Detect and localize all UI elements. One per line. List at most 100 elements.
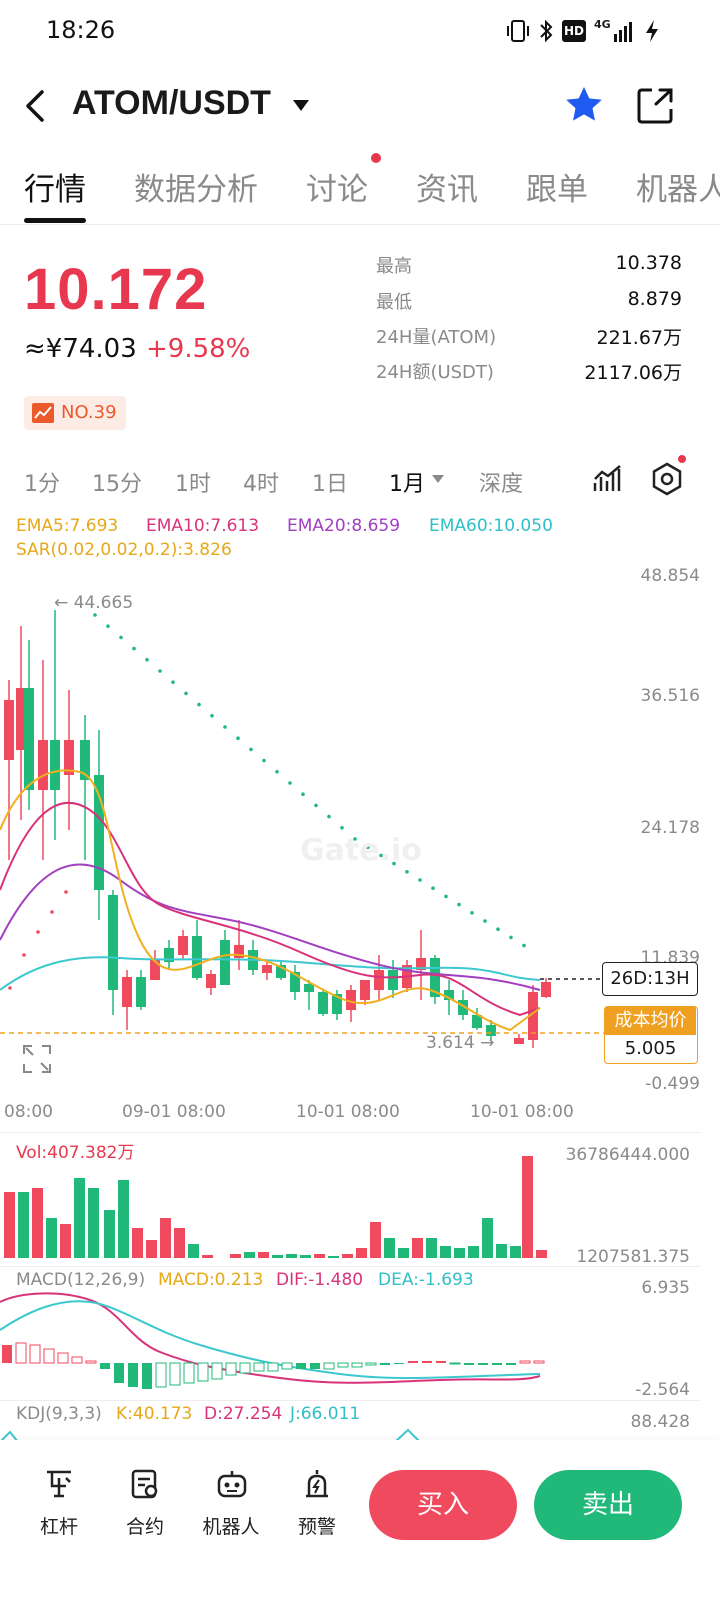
sar-dot (50, 910, 54, 914)
settings-notification-dot (678, 455, 686, 463)
volume-bar (244, 1252, 255, 1258)
macd-divider (0, 1266, 700, 1267)
stat-24h-turnover: 24H额(USDT) 2117.06万 (376, 354, 682, 384)
macd-histogram-bar (29, 1344, 41, 1364)
timeframe-1h[interactable]: 1时 (175, 466, 211, 498)
sar-dot (197, 702, 201, 707)
sar-dot (93, 613, 97, 617)
candle-body (38, 740, 48, 790)
nav-margin[interactable]: 杠杆 (24, 1468, 94, 1542)
sar-dot (184, 691, 188, 696)
volume-bar (104, 1210, 115, 1258)
tab-discussion[interactable]: 讨论 (306, 164, 368, 209)
fullscreen-icon[interactable] (22, 1044, 52, 1074)
volume-bar (202, 1255, 213, 1258)
volume-bar (522, 1156, 533, 1258)
volume-bar (88, 1188, 99, 1258)
tabs-divider (0, 224, 720, 225)
cost-average-label: 成本均价 (605, 1007, 696, 1035)
macd-histogram-bar (128, 1363, 138, 1387)
pair-title[interactable]: ATOM/USDT (72, 84, 271, 123)
sar-dot (431, 886, 435, 890)
cost-average-box: 成本均价 5.005 (604, 1006, 698, 1064)
macd-histogram-bar (15, 1342, 27, 1364)
tab-bots[interactable]: 机器人 (636, 164, 720, 209)
timeframe-1m[interactable]: 1分 (24, 466, 60, 498)
tab-news[interactable]: 资讯 (416, 164, 478, 209)
volume-divider (0, 1132, 700, 1133)
timeframe-1d[interactable]: 1日 (312, 466, 348, 498)
tab-data-analysis[interactable]: 数据分析 (134, 164, 258, 209)
chart-settings-icon[interactable] (650, 462, 684, 496)
sar-dot (132, 646, 136, 651)
timeframe-depth[interactable]: 深度 (479, 466, 523, 498)
stat-value: 10.378 (615, 252, 682, 274)
macd-histogram-bar (478, 1363, 488, 1365)
volume-bar (230, 1254, 241, 1258)
macd-histogram-bar (142, 1363, 152, 1389)
stat-low: 最低 8.879 (376, 284, 682, 314)
nav-alerts[interactable]: 预警 (282, 1468, 352, 1542)
share-icon[interactable] (636, 86, 676, 126)
macd-histogram-bar (337, 1362, 349, 1368)
sar-dot (470, 911, 474, 915)
buy-button[interactable]: 买入 (369, 1470, 517, 1540)
status-icons: HD 4G (506, 18, 666, 46)
sar-dot (119, 635, 123, 640)
macd-histogram-bar (114, 1363, 124, 1383)
sar-dot (405, 870, 409, 874)
volume-bar (370, 1222, 381, 1258)
price-axis-label: 48.854 (640, 566, 700, 586)
indicator-settings-icon[interactable] (592, 463, 624, 495)
candle-body (4, 700, 14, 760)
volume-bar (300, 1255, 311, 1258)
candlestick-chart[interactable]: ← 44.665 3.614 → Gate.io (0, 560, 720, 1180)
macd-dif: DIF:-1.480 (276, 1270, 364, 1290)
favorite-star-icon[interactable] (563, 84, 605, 126)
pair-dropdown-icon[interactable] (291, 98, 311, 114)
macd-histogram-bar (436, 1361, 446, 1363)
tab-copy-trading[interactable]: 跟单 (526, 164, 588, 209)
stat-label: 24H额(USDT) (376, 362, 494, 383)
tab-market[interactable]: 行情 (24, 164, 86, 209)
bluetooth-icon (540, 19, 553, 43)
volume-bar (32, 1188, 43, 1258)
ema60-label: EMA60:10.050 (429, 516, 553, 536)
sell-button[interactable]: 卖出 (534, 1470, 682, 1540)
candle-body (94, 775, 104, 890)
sar-dot (106, 624, 110, 628)
volume-bar (468, 1246, 479, 1258)
macd-histogram-bar (519, 1360, 531, 1364)
candle-body (50, 740, 60, 790)
ema5-label: EMA5:7.693 (16, 516, 119, 536)
kdj-k: K:40.173 (116, 1404, 193, 1424)
nav-bots[interactable]: 机器人 (196, 1468, 266, 1542)
rank-badge[interactable]: NO.39 (24, 396, 126, 430)
timeframe-15m[interactable]: 15分 (92, 466, 142, 498)
sar-dot (262, 758, 266, 763)
stat-24h-volume: 24H量(ATOM) 221.67万 (376, 319, 682, 349)
back-icon[interactable] (20, 86, 50, 126)
volume-bar (74, 1178, 85, 1258)
nav-futures[interactable]: 合约 (110, 1468, 180, 1542)
candle-body (136, 977, 146, 1007)
candle-body (318, 992, 328, 1014)
macd-axis-top: 6.935 (641, 1278, 690, 1298)
watermark: Gate.io (300, 833, 422, 868)
timeframe-1mo[interactable]: 1月 (389, 466, 425, 498)
active-tab-underline (24, 218, 86, 223)
timeframe-dropdown-icon[interactable] (431, 474, 445, 484)
volume-bar (510, 1246, 521, 1258)
volume-axis-bottom: 1207581.375 (576, 1247, 690, 1267)
sar-dots (8, 613, 526, 990)
low-price-marker: 3.614 → (426, 1033, 494, 1053)
macd-histogram-bar (100, 1363, 110, 1369)
macd-histogram-bar (253, 1362, 265, 1372)
macd-histogram-bar (211, 1362, 223, 1380)
date-axis-label: 08:00 (4, 1102, 53, 1122)
volume-bar (384, 1238, 395, 1258)
candle-body (206, 974, 216, 988)
volume-bar (496, 1244, 507, 1258)
timeframe-4h[interactable]: 4时 (243, 466, 279, 498)
macd-histogram-bar (281, 1362, 293, 1370)
